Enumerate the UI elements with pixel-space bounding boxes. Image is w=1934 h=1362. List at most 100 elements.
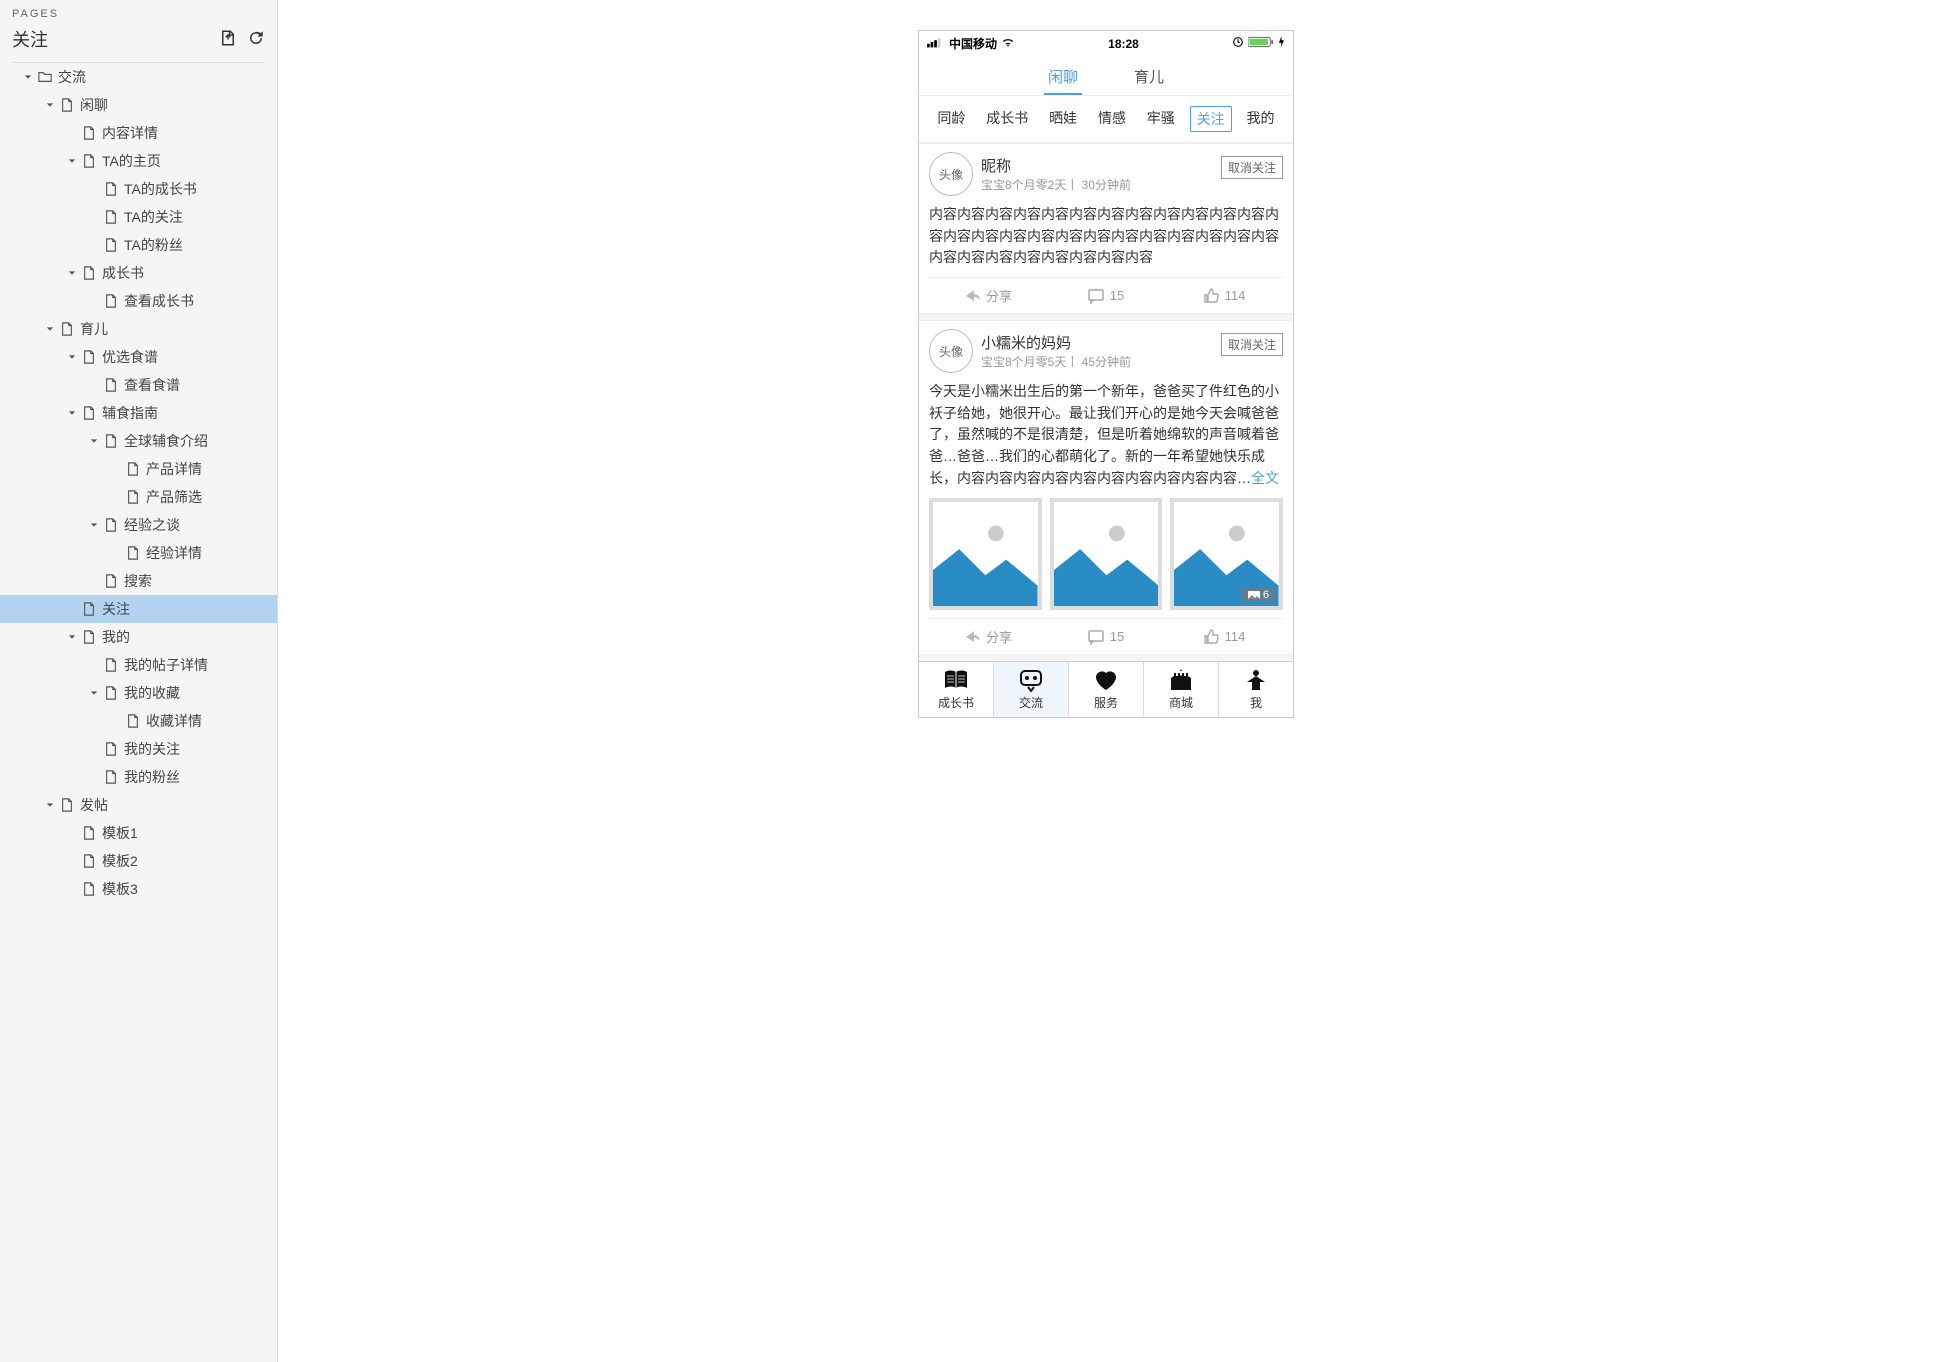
- tree-row[interactable]: TA的成长书: [0, 175, 277, 203]
- page-icon: [82, 602, 96, 616]
- unfollow-button[interactable]: 取消关注: [1221, 333, 1283, 356]
- castle-icon: [1168, 668, 1194, 692]
- tree-label: 经验之谈: [124, 515, 180, 535]
- tree-row[interactable]: 模板2: [0, 847, 277, 875]
- nav-item-chat[interactable]: 交流: [994, 662, 1069, 717]
- tree-row[interactable]: 辅食指南: [0, 399, 277, 427]
- nav-item-heart[interactable]: 服务: [1069, 662, 1144, 717]
- tree-row[interactable]: 我的粉丝: [0, 763, 277, 791]
- clock-label: 18:28: [1108, 37, 1139, 51]
- chat-icon: [1018, 668, 1044, 692]
- top-tab[interactable]: 闲聊: [1044, 66, 1082, 95]
- tree-row[interactable]: 我的收藏: [0, 679, 277, 707]
- tree-row[interactable]: TA的粉丝: [0, 231, 277, 259]
- tree-row[interactable]: 优选食谱: [0, 343, 277, 371]
- read-more-link[interactable]: 全文: [1251, 470, 1279, 486]
- tree-row[interactable]: 我的关注: [0, 735, 277, 763]
- share-button[interactable]: 分享: [929, 278, 1047, 313]
- tree-row[interactable]: 关注: [0, 595, 277, 623]
- tree-row[interactable]: 收藏详情: [0, 707, 277, 735]
- nav-item-person[interactable]: 我: [1219, 662, 1293, 717]
- sub-tab[interactable]: 牢骚: [1141, 106, 1181, 132]
- tree-row[interactable]: 交流: [0, 63, 277, 91]
- sub-tab[interactable]: 情感: [1092, 106, 1132, 132]
- sidebar-section-label: PAGES: [12, 8, 265, 20]
- caret-icon[interactable]: [44, 325, 56, 333]
- post-author[interactable]: 昵称: [981, 155, 1131, 176]
- unfollow-button[interactable]: 取消关注: [1221, 156, 1283, 179]
- caret-icon[interactable]: [66, 269, 78, 277]
- avatar[interactable]: 头像: [929, 152, 973, 196]
- page-icon: [82, 882, 96, 896]
- tree-row[interactable]: 发帖: [0, 791, 277, 819]
- tree-label: 我的: [102, 627, 130, 647]
- tree-row[interactable]: 产品筛选: [0, 483, 277, 511]
- top-tab[interactable]: 育儿: [1130, 66, 1168, 95]
- tree-row[interactable]: 查看成长书: [0, 287, 277, 315]
- post-author[interactable]: 小糯米的妈妈: [981, 332, 1131, 353]
- page-icon: [126, 490, 140, 504]
- caret-icon[interactable]: [88, 689, 100, 697]
- tree-row[interactable]: 育儿: [0, 315, 277, 343]
- tree-row[interactable]: 内容详情: [0, 119, 277, 147]
- tree-row[interactable]: 产品详情: [0, 455, 277, 483]
- share-button[interactable]: 分享: [929, 619, 1047, 654]
- tree-row[interactable]: 模板3: [0, 875, 277, 903]
- sub-tab[interactable]: 成长书: [980, 106, 1034, 132]
- caret-icon[interactable]: [44, 101, 56, 109]
- comment-button[interactable]: 15: [1047, 278, 1165, 313]
- avatar[interactable]: 头像: [929, 329, 973, 373]
- tree-row[interactable]: 我的: [0, 623, 277, 651]
- tree-label: 产品筛选: [146, 487, 202, 507]
- page-icon: [104, 210, 118, 224]
- caret-icon[interactable]: [88, 521, 100, 529]
- tree-label: 优选食谱: [102, 347, 158, 367]
- tree-row[interactable]: TA的主页: [0, 147, 277, 175]
- sub-tab[interactable]: 晒娃: [1043, 106, 1083, 132]
- wifi-icon: [1001, 36, 1015, 51]
- page-icon: [126, 462, 140, 476]
- page-icon: [82, 630, 96, 644]
- tree-row[interactable]: 搜索: [0, 567, 277, 595]
- like-button[interactable]: 114: [1165, 278, 1283, 313]
- sub-tab[interactable]: 我的: [1240, 106, 1280, 132]
- export-icon[interactable]: [219, 29, 237, 50]
- image-placeholder[interactable]: [1050, 498, 1163, 611]
- caret-icon[interactable]: [66, 353, 78, 361]
- nav-item-book[interactable]: 成长书: [919, 662, 994, 717]
- caret-icon[interactable]: [44, 801, 56, 809]
- tree-row[interactable]: 闲聊: [0, 91, 277, 119]
- tree-row[interactable]: 模板1: [0, 819, 277, 847]
- tree-row[interactable]: TA的关注: [0, 203, 277, 231]
- image-placeholder[interactable]: [929, 498, 1042, 611]
- tree-row[interactable]: 全球辅食介绍: [0, 427, 277, 455]
- page-icon: [82, 854, 96, 868]
- tree-row[interactable]: 经验详情: [0, 539, 277, 567]
- tree-label: 搜索: [124, 571, 152, 591]
- image-placeholder[interactable]: 6: [1170, 498, 1283, 611]
- battery-icon: [1248, 36, 1274, 51]
- image-count-badge: 6: [1242, 588, 1275, 602]
- tree-row[interactable]: 经验之谈: [0, 511, 277, 539]
- comment-button[interactable]: 15: [1047, 619, 1165, 654]
- nav-item-castle[interactable]: 商城: [1144, 662, 1219, 717]
- tree-label: 成长书: [102, 263, 144, 283]
- tree-label: TA的粉丝: [124, 235, 183, 255]
- sub-tab[interactable]: 同龄: [931, 106, 971, 132]
- like-button[interactable]: 114: [1165, 619, 1283, 654]
- refresh-icon[interactable]: [247, 29, 265, 50]
- post-meta: 宝宝8个月零5天丨 45分钟前: [981, 353, 1131, 370]
- design-canvas: 中国移动 18:28 闲聊育儿 同龄成长书晒娃情感牢骚关注我的 头像昵称宝宝: [278, 0, 1934, 1362]
- caret-icon[interactable]: [66, 157, 78, 165]
- post-images: 6: [929, 498, 1283, 619]
- caret-icon[interactable]: [66, 633, 78, 641]
- tree-label: 内容详情: [102, 123, 158, 143]
- tree-row[interactable]: 我的帖子详情: [0, 651, 277, 679]
- tree-row[interactable]: 成长书: [0, 259, 277, 287]
- page-tree[interactable]: 交流闲聊内容详情 TA的主页TA的成长书TA的关注 TA的粉丝成长书查看成长书育儿优…: [0, 63, 277, 1362]
- caret-icon[interactable]: [66, 409, 78, 417]
- caret-icon[interactable]: [88, 437, 100, 445]
- caret-icon[interactable]: [22, 73, 34, 81]
- sub-tab[interactable]: 关注: [1190, 106, 1232, 132]
- tree-row[interactable]: 查看食谱: [0, 371, 277, 399]
